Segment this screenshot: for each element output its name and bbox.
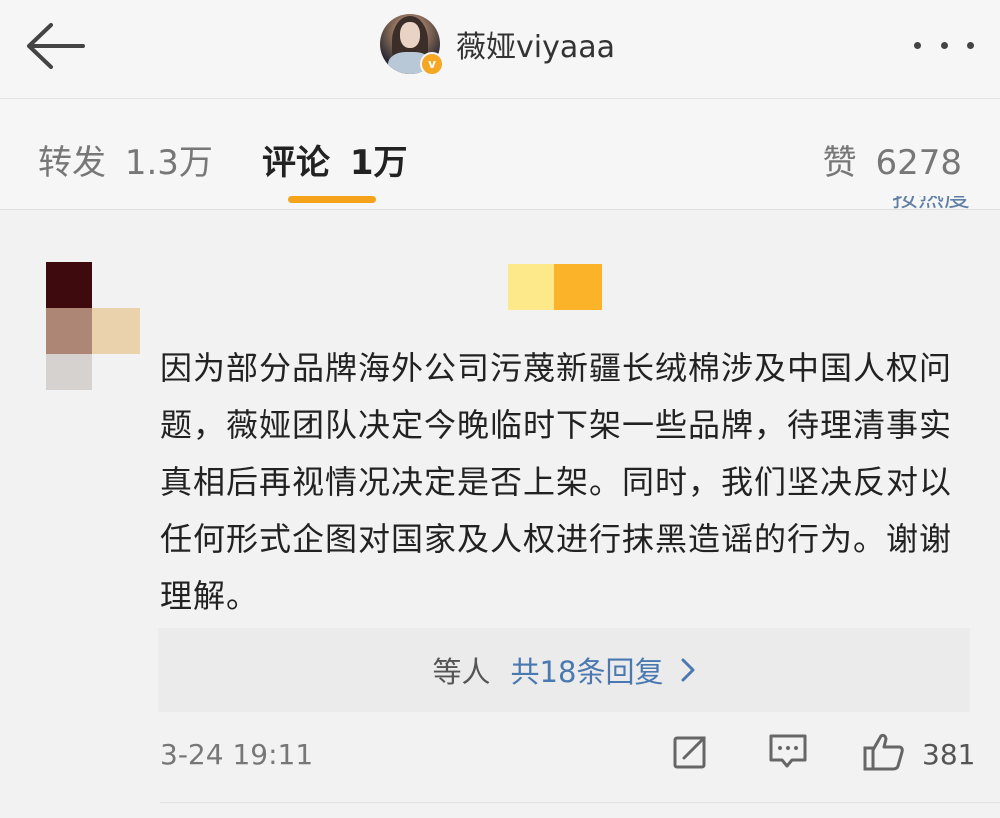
tab-comments-count: 1万: [349, 143, 408, 183]
top-bar: v 薇娅viyaaa: [0, 0, 1000, 99]
tab-reposts-label: 转发: [38, 143, 106, 183]
sort-label: 按热度: [891, 196, 970, 213]
more-dots-icon: [914, 41, 921, 49]
verified-badge-icon: v: [420, 52, 444, 76]
like-count: 381: [922, 738, 976, 771]
tab-comments[interactable]: 评论 1万: [262, 135, 408, 184]
share-button[interactable]: [672, 732, 710, 774]
divider: [160, 802, 1000, 803]
comment-timestamp: 3-24 19:11: [160, 738, 314, 771]
replies-count-link[interactable]: 共18条回复: [511, 649, 664, 691]
comment-text: 因为部分品牌海外公司污蔑新疆长绒棉涉及中国人权问题，薇娅团队决定今晚临时下架一些…: [160, 349, 953, 615]
profile-header[interactable]: v 薇娅viyaaa: [380, 12, 615, 76]
tab-likes-label: 赞: [822, 143, 857, 183]
back-button[interactable]: [18, 14, 92, 78]
chevron-right-icon: [681, 658, 695, 682]
commenter-avatar[interactable]: [46, 262, 140, 390]
tab-likes-count: 6278: [875, 143, 962, 183]
comment-item: 因为部分品牌海外公司污蔑新疆长绒棉涉及中国人权问题，薇娅团队决定今晚临时下架一些…: [0, 210, 1000, 818]
replies-prefix: 等人: [432, 655, 491, 689]
share-icon: [673, 736, 706, 769]
replies-button[interactable]: 等人 共18条回复: [158, 628, 970, 712]
back-arrow-icon: [27, 23, 85, 69]
like-button[interactable]: [862, 732, 906, 776]
commenter-name[interactable]: [508, 264, 602, 310]
active-tab-indicator: [288, 196, 376, 203]
tab-bar: 转发 1.3万 评论 1万 赞 6278: [0, 99, 1000, 210]
username[interactable]: 薇娅viyaaa: [456, 22, 615, 66]
thumbs-up-icon: [863, 733, 904, 771]
more-button[interactable]: [914, 30, 974, 60]
avatar[interactable]: v: [380, 14, 444, 76]
comment-icon: [769, 734, 807, 768]
tab-likes[interactable]: 赞 6278: [823, 135, 962, 184]
tab-reposts[interactable]: 转发 1.3万: [38, 135, 213, 184]
tab-reposts-count: 1.3万: [124, 143, 213, 183]
tab-comments-label: 评论: [262, 143, 330, 183]
reply-button[interactable]: [768, 732, 808, 774]
